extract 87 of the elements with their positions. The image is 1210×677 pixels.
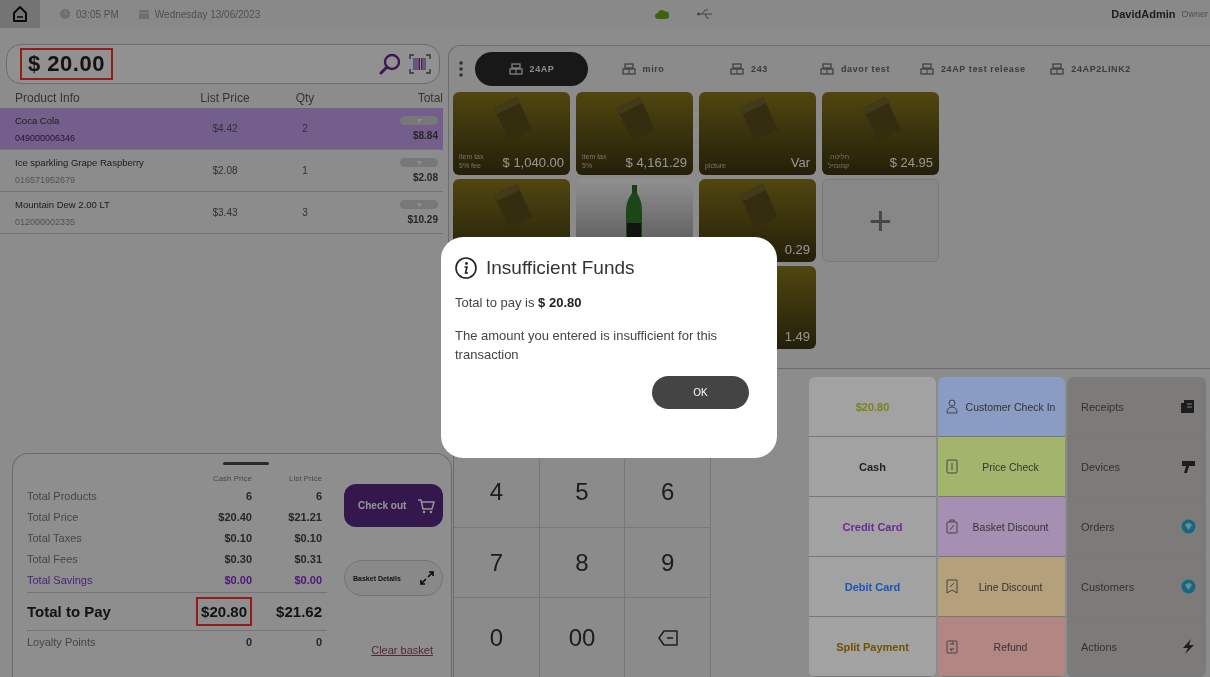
summary-value: $0.10 xyxy=(293,531,322,544)
line-total: $10.29 xyxy=(407,214,438,225)
function-button[interactable]: Customer Check In xyxy=(938,377,1065,437)
summary-value: $0.30 xyxy=(223,552,252,565)
function-button[interactable]: Refund xyxy=(938,617,1065,677)
keypad-key[interactable]: 9 xyxy=(625,527,711,597)
summary-label: Total Savings xyxy=(27,573,94,586)
summary-value: 0 xyxy=(244,635,252,648)
quantity: 1 xyxy=(301,165,309,176)
summary-value: $20.40 xyxy=(217,510,252,523)
ok-button[interactable]: OK xyxy=(652,376,749,409)
payment-button[interactable]: Cash xyxy=(809,437,936,497)
category-tab[interactable]: davor test xyxy=(804,52,906,86)
menu-button[interactable]: Customers xyxy=(1067,557,1206,617)
add-tile-button[interactable]: + xyxy=(862,199,899,242)
column-header: Product Info xyxy=(15,91,81,105)
product-code: 049000006346 xyxy=(15,132,77,143)
category-tab[interactable]: 24AP2LINK2 xyxy=(1039,52,1142,86)
summary-label: Total Price xyxy=(27,510,80,523)
menu-button[interactable]: Actions xyxy=(1067,617,1206,677)
category-tab[interactable]: 243 xyxy=(698,52,800,86)
category-tab[interactable]: 24AP xyxy=(475,52,588,86)
summary-value: $0.00 xyxy=(223,573,252,586)
basket-row[interactable]: Ice sparkling Grape Raspberry 016571952679 $2.08 1 $2.08 xyxy=(0,150,443,192)
product-code: 016571952679 xyxy=(15,174,77,185)
column-header: Qty xyxy=(294,91,316,105)
payment-button[interactable]: Split Payment xyxy=(809,617,936,677)
summary-label: Total Taxes xyxy=(27,531,83,544)
dialog-message: The amount you entered is insufficient for this transaction xyxy=(455,327,719,364)
list-price: $4.42 xyxy=(211,123,239,134)
amount-field[interactable]: $ 20.00 xyxy=(6,44,440,84)
product-name: Mountain Dew 2.00 LT xyxy=(15,198,111,210)
summary-value: $0.10 xyxy=(223,531,252,544)
total-value: $20.80 xyxy=(196,597,252,626)
tile-price: $ 4,161.29 xyxy=(625,155,687,170)
menu-button[interactable]: Orders xyxy=(1067,497,1206,557)
line-total: $2.08 xyxy=(412,172,438,183)
keypad-key[interactable]: 7 xyxy=(454,527,540,597)
function-button[interactable]: Basket Discount xyxy=(938,497,1065,557)
amount-value: $ 20.00 xyxy=(20,48,113,80)
summary-label: Total Fees xyxy=(27,552,79,565)
quantity: 2 xyxy=(301,123,309,134)
category-tab[interactable]: miro xyxy=(592,52,694,86)
function-button[interactable]: Line Discount xyxy=(938,557,1065,617)
summary-label: Total Products xyxy=(27,489,98,502)
checkout-button[interactable]: Check out xyxy=(344,484,443,527)
menu-button[interactable]: Devices xyxy=(1067,437,1206,497)
keypad-key[interactable]: 8 xyxy=(539,527,626,597)
time-text: 03:05 PM xyxy=(76,8,119,20)
product-name: Ice sparkling Grape Raspberry xyxy=(15,156,145,168)
keypad-key[interactable]: 00 xyxy=(539,597,626,677)
function-button[interactable]: Price Check xyxy=(938,437,1065,497)
summary-value: $21.21 xyxy=(287,510,322,523)
menu-button[interactable]: Receipts xyxy=(1067,377,1206,437)
summary-value: $0.00 xyxy=(293,573,322,586)
summary-value: 6 xyxy=(244,489,252,502)
quantity: 3 xyxy=(301,207,309,218)
summary-value: 6 xyxy=(314,489,322,502)
payment-button[interactable]: Credit Card xyxy=(809,497,936,557)
keypad-key[interactable]: 0 xyxy=(454,597,540,677)
tile-price: $ 1,040.00 xyxy=(502,155,564,170)
basket-row[interactable]: Mountain Dew 2.00 LT 012000002335 $3.43 3 $10.29 xyxy=(0,192,443,234)
list-price: $3.43 xyxy=(211,207,239,218)
column-header: Total xyxy=(416,91,443,105)
dialog-total-text: Total to pay is $ 20.80 xyxy=(455,295,583,310)
category-tab[interactable]: 24AP test release xyxy=(910,52,1036,86)
date-text: Wednesday 13/06/2023 xyxy=(154,8,261,20)
summary-label: Loyalty Points xyxy=(27,635,97,648)
tile-price: 0.29 xyxy=(784,242,810,257)
basket-row[interactable]: Coca Cola 049000006346 $4.42 2 $8.84 xyxy=(0,108,443,150)
tile-price: $ 24.95 xyxy=(889,155,933,170)
column-header: List Price xyxy=(288,473,322,483)
user-name: DavidAdmin xyxy=(1111,8,1176,20)
dialog-title: Insufficient Funds xyxy=(486,257,635,279)
product-code: 012000002335 xyxy=(15,216,77,227)
line-total: $8.84 xyxy=(412,130,438,141)
clear-basket-link[interactable]: Clear basket xyxy=(371,644,433,656)
tile-price: 1.49 xyxy=(784,329,810,344)
product-name: Coca Cola xyxy=(15,114,61,126)
list-price: $2.08 xyxy=(211,165,239,176)
column-header: List Price xyxy=(199,91,251,105)
summary-value: $21.62 xyxy=(275,603,322,620)
tile-price: Var xyxy=(790,155,810,170)
summary-value: 0 xyxy=(314,635,322,648)
summary-label: Total to Pay xyxy=(27,603,112,620)
payment-button[interactable]: Debit Card xyxy=(809,557,936,617)
summary-value: $0.31 xyxy=(293,552,322,565)
